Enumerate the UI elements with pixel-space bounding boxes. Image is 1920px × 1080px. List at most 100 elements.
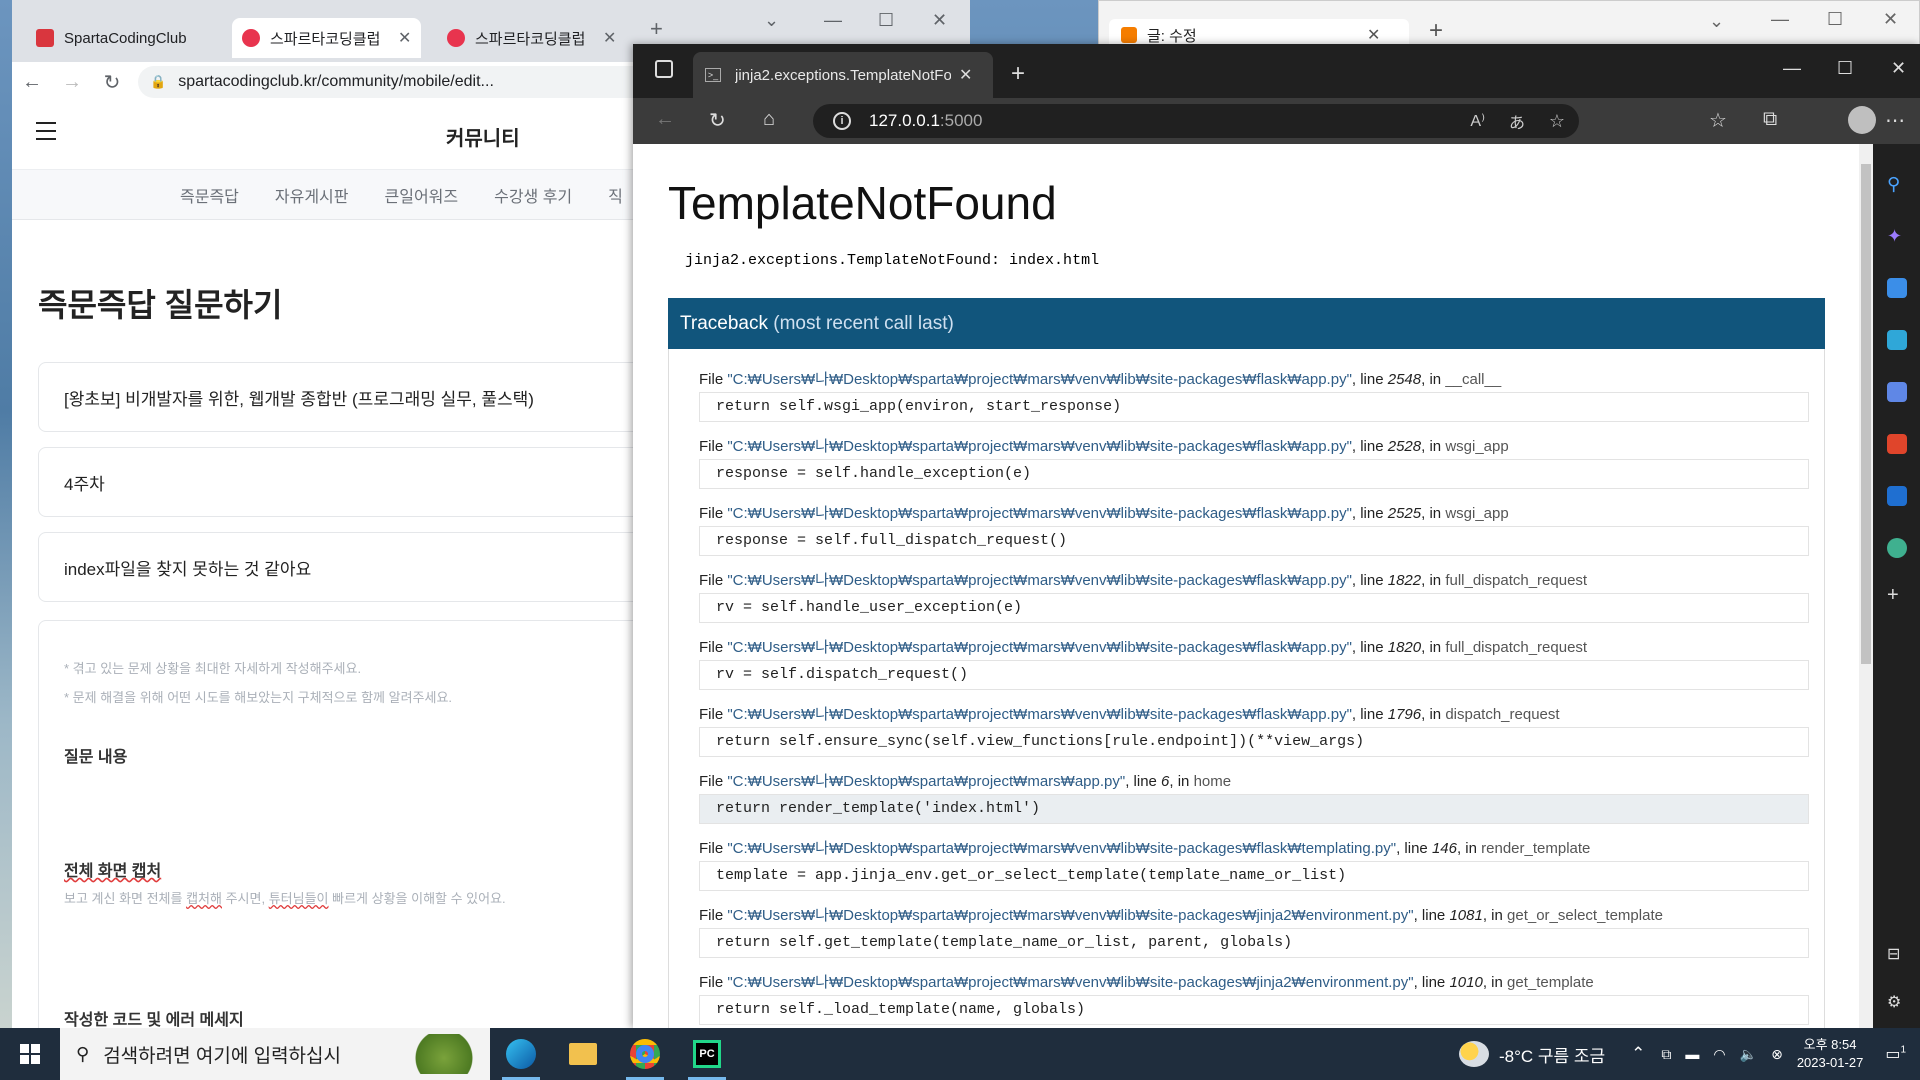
taskbar-edge[interactable] xyxy=(490,1028,552,1080)
outlook-icon[interactable] xyxy=(1887,486,1907,506)
frame-path: "C:₩Users₩나₩Desktop₩sparta₩project₩mars₩… xyxy=(727,505,1352,522)
new-tab-icon[interactable]: + xyxy=(1011,60,1025,88)
menu-icon[interactable] xyxy=(36,122,56,146)
favorites-icon[interactable]: ☆ xyxy=(1709,108,1727,133)
maximize-icon[interactable]: ☐ xyxy=(1837,58,1853,79)
chrome-tab-3[interactable]: 스파르타코딩클럽 ✕ xyxy=(437,18,626,58)
info-icon[interactable]: i xyxy=(833,112,851,130)
add-icon[interactable]: + xyxy=(1887,584,1907,606)
maximize-icon[interactable]: ☐ xyxy=(1827,9,1843,30)
chrome-tab-1[interactable]: SpartaCodingClub ✕ xyxy=(26,18,255,58)
traceback-frame[interactable]: File "C:₩Users₩나₩Desktop₩sparta₩project₩… xyxy=(699,636,1809,690)
traceback-frame[interactable]: File "C:₩Users₩나₩Desktop₩sparta₩project₩… xyxy=(699,703,1809,757)
battery-icon[interactable]: ▬ xyxy=(1685,1046,1699,1062)
more-icon[interactable]: ⋯ xyxy=(1885,108,1905,133)
traceback-frame[interactable]: File "C:₩Users₩나₩Desktop₩sparta₩project₩… xyxy=(699,368,1809,422)
chevron-down-icon[interactable]: ⌄ xyxy=(764,10,779,31)
sparta-favicon-icon xyxy=(36,29,54,47)
wifi-icon[interactable]: ◠ xyxy=(1713,1046,1725,1063)
taskbar-pycharm[interactable]: PC xyxy=(676,1028,738,1080)
weather-icon[interactable] xyxy=(1458,1041,1489,1067)
traceback-frame[interactable]: File "C:₩Users₩나₩Desktop₩sparta₩project₩… xyxy=(699,502,1809,556)
weather-text[interactable]: -8°C 구름 조금 xyxy=(1499,1042,1605,1067)
close-window-icon[interactable]: ✕ xyxy=(1883,9,1898,30)
traceback-frame[interactable]: File "C:₩Users₩나₩Desktop₩sparta₩project₩… xyxy=(699,837,1809,891)
category-job[interactable]: 직 xyxy=(608,183,623,207)
shopping-tag-icon[interactable] xyxy=(1887,278,1907,298)
search-icon[interactable]: ⚲ xyxy=(1887,174,1907,194)
folder-icon xyxy=(569,1043,597,1065)
new-tab-icon[interactable]: + xyxy=(1429,17,1443,45)
chrome-tab-2[interactable]: 스파르타코딩클럽 ✕ xyxy=(232,18,422,58)
notification-count: 1 xyxy=(1900,1044,1906,1056)
traceback-frame-app[interactable]: File "C:₩Users₩나₩Desktop₩sparta₩project₩… xyxy=(699,770,1809,824)
traceback-frame[interactable]: File "C:₩Users₩나₩Desktop₩sparta₩project₩… xyxy=(699,435,1809,489)
translate-icon[interactable]: あ xyxy=(1509,109,1525,133)
capture-hint-part: 캡처해 xyxy=(186,891,222,906)
traceback-frame[interactable]: File "C:₩Users₩나₩Desktop₩sparta₩project₩… xyxy=(699,904,1809,958)
question-title-value: index파일을 찾지 못하는 것 같아요 xyxy=(64,559,312,579)
tools-icon[interactable] xyxy=(1887,330,1907,350)
back-icon[interactable]: ← xyxy=(12,71,52,94)
settings-icon[interactable]: ⚙ xyxy=(1887,992,1907,1012)
windows-logo-icon xyxy=(20,1044,40,1064)
capture-hint: 보고 계신 화면 전체를 캡처해 주시면, 튜터님들이 빠르게 상황을 이해할 … xyxy=(64,888,506,907)
close-window-icon[interactable]: ✕ xyxy=(932,10,947,31)
minimize-icon[interactable]: — xyxy=(1783,58,1801,79)
taskbar-explorer[interactable] xyxy=(552,1028,614,1080)
edge-address-bar[interactable]: i 127.0.0.1:5000 A⁾ あ ☆ xyxy=(813,104,1579,138)
close-tab-icon[interactable]: ✕ xyxy=(603,28,616,48)
category-awards[interactable]: 큰일어워즈 xyxy=(385,183,459,207)
category-free-board[interactable]: 자유게시판 xyxy=(275,183,349,207)
minimize-icon[interactable]: — xyxy=(824,10,842,31)
tab-actions-icon[interactable] xyxy=(655,60,673,78)
minimize-icon[interactable]: — xyxy=(1771,9,1789,30)
meet-now-icon[interactable]: ⧉ xyxy=(1661,1046,1671,1063)
category-reviews[interactable]: 수강생 후기 xyxy=(494,183,572,207)
frame-code: return self.wsgi_app(environ, start_resp… xyxy=(699,392,1809,422)
chevron-up-icon[interactable]: ⌃ xyxy=(1631,1044,1645,1064)
frame-func: full_dispatch_request xyxy=(1445,639,1588,656)
traceback-muted: (most recent call last) xyxy=(773,313,954,334)
home-icon[interactable]: ⌂ xyxy=(763,108,775,131)
tree-icon[interactable] xyxy=(1887,538,1907,558)
reload-icon[interactable]: ↻ xyxy=(709,108,726,133)
chevron-down-icon[interactable]: ⌄ xyxy=(1709,11,1724,32)
scrollbar-thumb[interactable] xyxy=(1861,164,1871,664)
notification-icon[interactable]: ▭1 xyxy=(1885,1044,1906,1064)
edge-tab-active[interactable]: >_ jinja2.exceptions.TemplateNotFound ✕ xyxy=(693,52,993,98)
traceback-frame[interactable]: File "C:₩Users₩나₩Desktop₩sparta₩project₩… xyxy=(699,971,1809,1025)
category-qna[interactable]: 즉문즉답 xyxy=(180,183,239,207)
capture-hint-part: 튜터님들이 xyxy=(268,891,329,906)
games-icon[interactable] xyxy=(1887,382,1907,402)
profile-avatar[interactable] xyxy=(1848,106,1876,134)
add-favorite-icon[interactable]: ☆ xyxy=(1549,111,1565,132)
capture-hint-part: 주시면, xyxy=(221,891,269,906)
close-tab-icon[interactable]: ✕ xyxy=(1367,25,1380,45)
taskbar-search[interactable]: ⚲ 검색하려면 여기에 입력하십시 xyxy=(60,1028,490,1080)
taskbar-chrome[interactable] xyxy=(614,1028,676,1080)
clock[interactable]: 오후 8:54 2023-01-27 xyxy=(1797,1036,1864,1072)
week-value: 4주차 xyxy=(64,474,105,494)
url-text: spartacodingclub.kr/community/mobile/edi… xyxy=(178,73,494,90)
no-sync-icon[interactable]: ⊗ xyxy=(1771,1046,1783,1063)
start-button[interactable] xyxy=(0,1028,60,1080)
forward-icon[interactable]: → xyxy=(52,71,92,94)
traceback-frame[interactable]: File "C:₩Users₩나₩Desktop₩sparta₩project₩… xyxy=(699,569,1809,623)
close-tab-icon[interactable]: ✕ xyxy=(398,28,411,48)
maximize-icon[interactable]: ☐ xyxy=(878,10,894,31)
frame-line: 146 xyxy=(1431,840,1457,857)
new-tab-icon[interactable]: + xyxy=(650,16,663,42)
close-tab-icon[interactable]: ✕ xyxy=(959,65,972,85)
split-view-icon[interactable]: ⊟ xyxy=(1887,944,1907,964)
back-icon[interactable]: ← xyxy=(655,108,675,131)
sparkle-icon[interactable]: ✦ xyxy=(1887,226,1907,246)
tab-title: 스파르타코딩클럽 xyxy=(270,30,381,48)
close-window-icon[interactable]: ✕ xyxy=(1891,58,1906,79)
page-scrollbar[interactable] xyxy=(1859,144,1873,1028)
office-icon[interactable] xyxy=(1887,434,1907,454)
reload-icon[interactable]: ↻ xyxy=(92,70,132,95)
collections-icon[interactable]: ⧉ xyxy=(1763,108,1777,131)
read-aloud-icon[interactable]: A⁾ xyxy=(1470,111,1485,131)
volume-icon[interactable]: 🔈 xyxy=(1740,1046,1757,1063)
